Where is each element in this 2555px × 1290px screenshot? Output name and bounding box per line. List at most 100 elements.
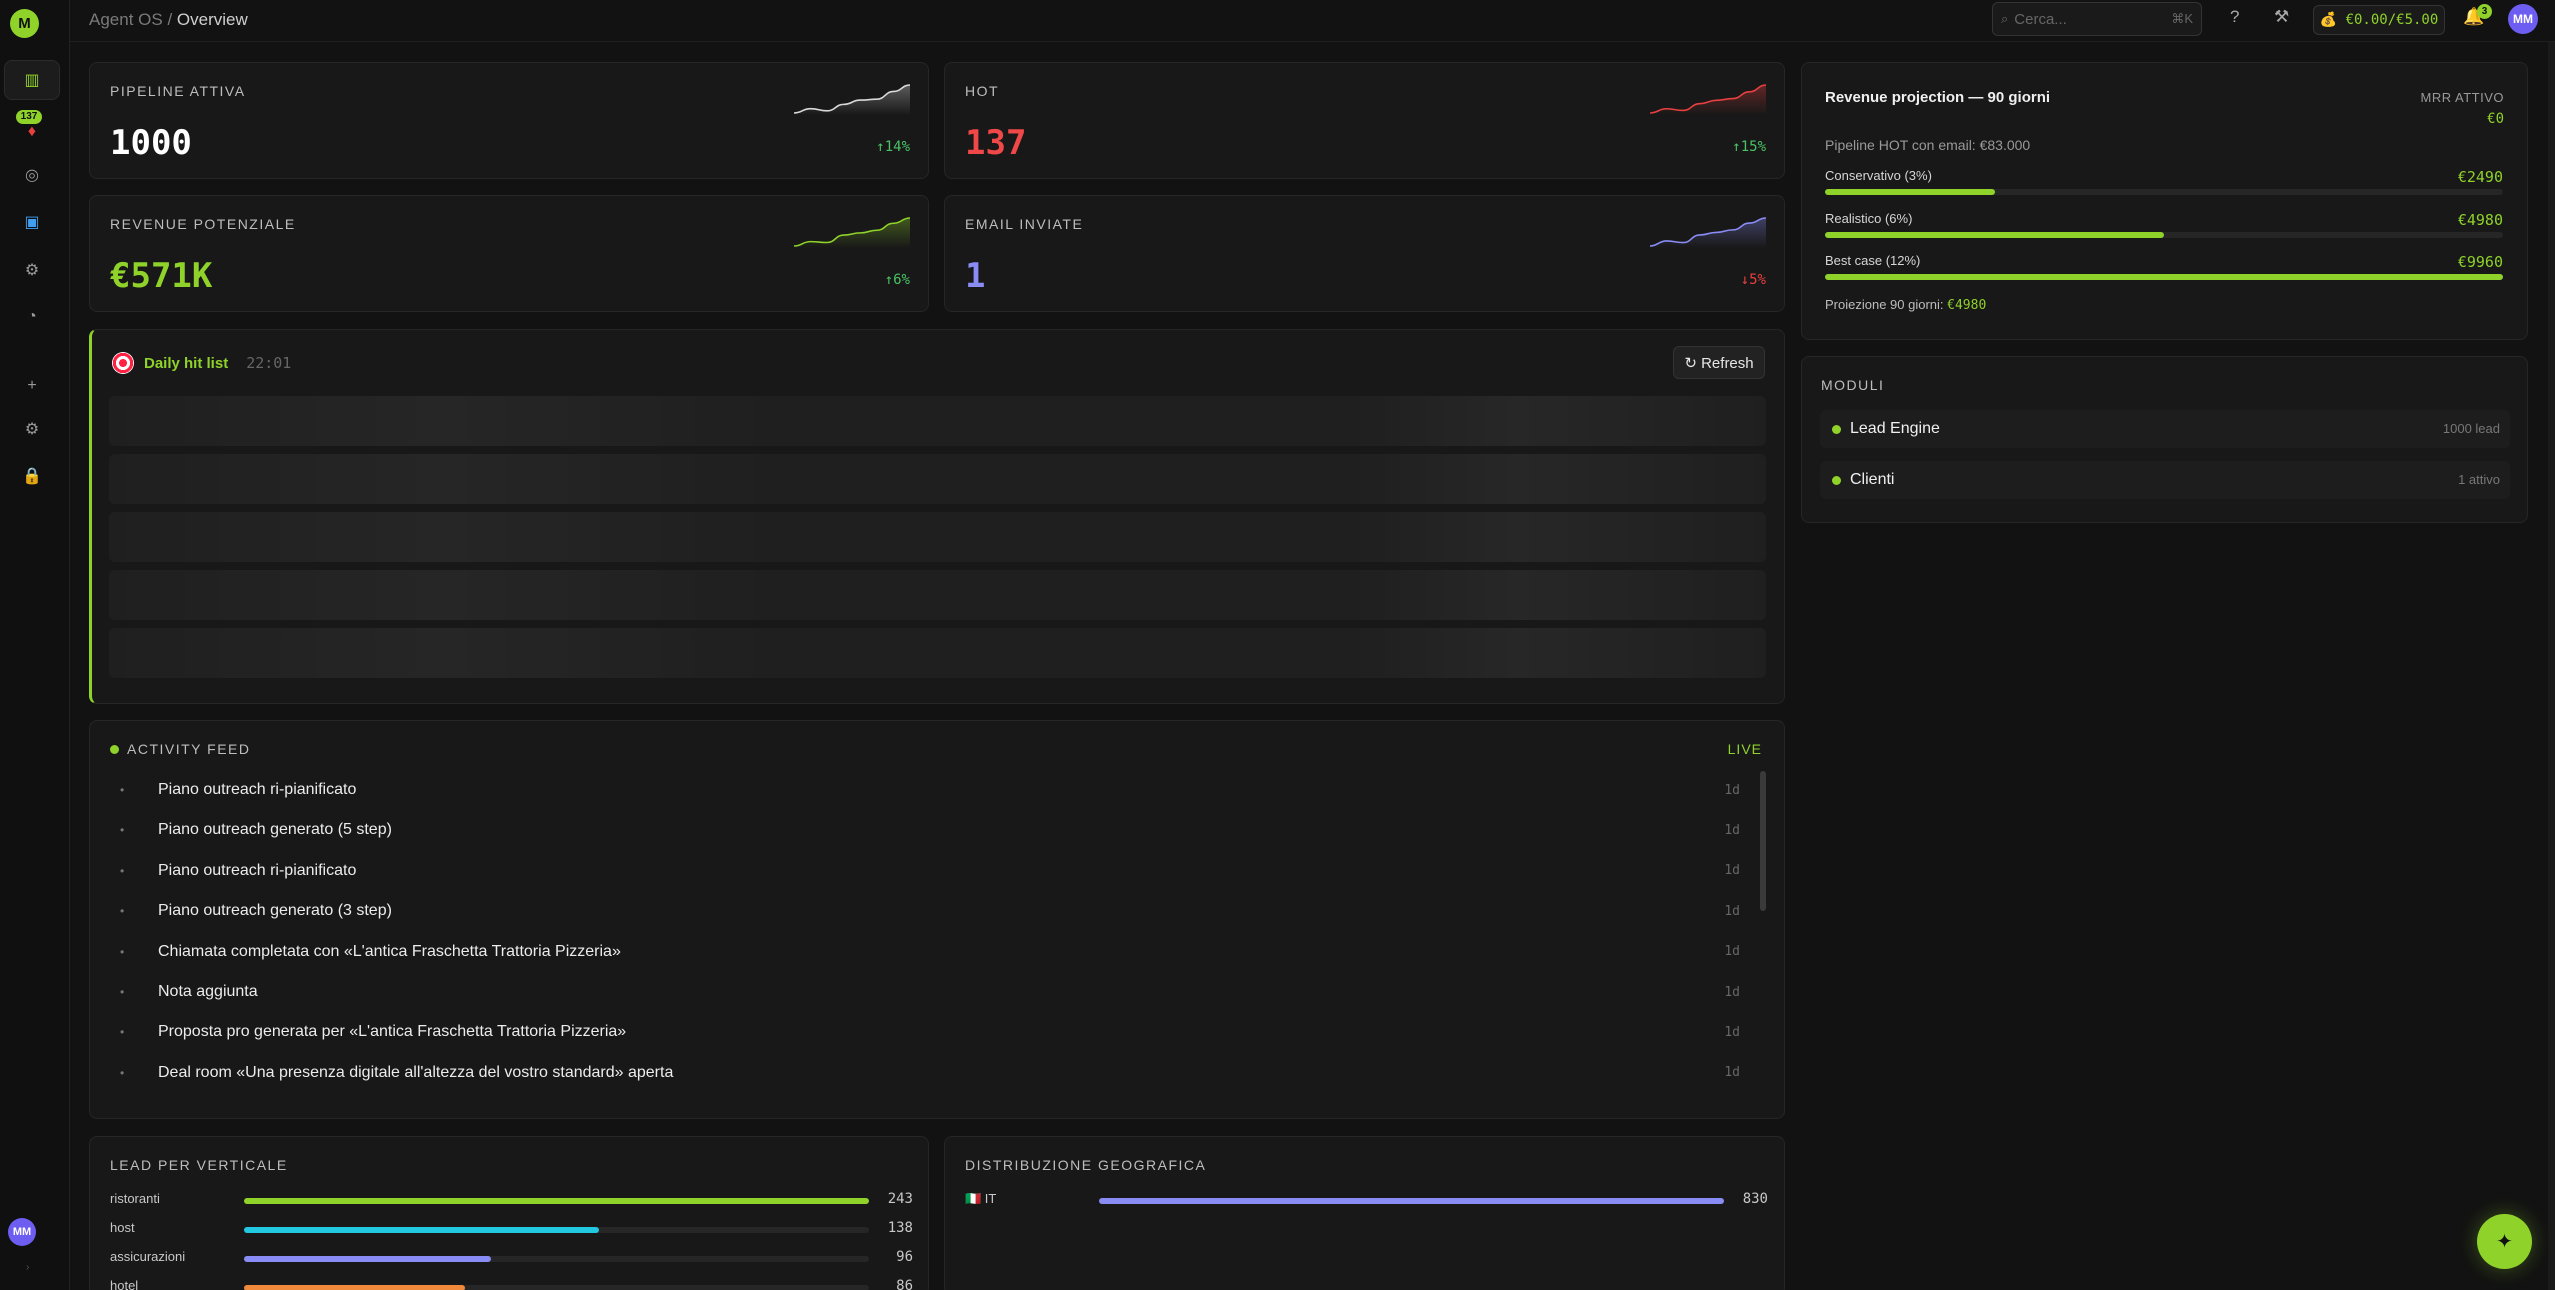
scenario-label: Conservativo (3%): [1825, 168, 1932, 183]
module-lead-engine[interactable]: Lead Engine 1000 lead: [1820, 410, 2510, 448]
bar-track: [244, 1227, 869, 1233]
page-scrollbar[interactable]: [2548, 42, 2555, 1290]
activity-item[interactable]: • Piano outreach generato (5 step) 1d: [120, 810, 1740, 850]
scenario-label: Best case (12%): [1825, 253, 1921, 268]
layout-icon: ▥: [24, 72, 40, 89]
lock-icon: 🔒: [22, 468, 42, 485]
sidebar: M ▥ ♦ 137 ◎ ▣ ⚙ ◔ + ⚙ 🔒 MM ›: [0, 0, 70, 1290]
budget-indicator[interactable]: 💰 €0.00/€5.00: [2313, 5, 2445, 35]
user-avatar[interactable]: MM: [2508, 4, 2538, 34]
bar-track: [244, 1285, 869, 1290]
bar-track: [1099, 1198, 1724, 1204]
app-logo[interactable]: M: [10, 9, 39, 38]
bar-fill: [244, 1256, 491, 1262]
kpi-card-hot[interactable]: HOT 137 ↑15%: [944, 62, 1785, 179]
flame-icon: ♦: [27, 123, 37, 140]
verticals-bar-row[interactable]: ristoranti 243: [110, 1189, 913, 1211]
bullet-icon: •: [120, 1065, 125, 1080]
refresh-button[interactable]: ↻ Refresh: [1673, 346, 1765, 379]
activity-item[interactable]: • Proposta pro generata per «L'antica Fra…: [120, 1012, 1740, 1052]
verticals-bar-row[interactable]: assicurazioni 96: [110, 1247, 913, 1269]
bullet-icon: •: [120, 904, 125, 919]
hit-list-title: Daily hit list: [144, 354, 229, 372]
search-shortcut: ⌘K: [2171, 11, 2193, 26]
geo-bar-row[interactable]: 🇮🇹 IT 830: [965, 1189, 1768, 1211]
kpi-label: Revenue potenziale: [110, 216, 296, 232]
kpi-value: 1: [965, 256, 986, 296]
activity-item[interactable]: • Piano outreach generato (3 step) 1d: [120, 891, 1740, 931]
kpi-label: HOT: [965, 83, 1000, 99]
activity-item[interactable]: • Piano outreach ri-pianificato 1d: [120, 851, 1740, 891]
scenario-value: €2490: [2457, 168, 2503, 186]
scenario-track: [1825, 274, 2503, 280]
breadcrumb-root[interactable]: Agent OS: [89, 10, 163, 29]
bar-value: 830: [1742, 1191, 1768, 1207]
sidebar-item-overview[interactable]: ▥: [4, 60, 60, 100]
kpi-label: Pipeline attiva: [110, 83, 246, 99]
help-icon[interactable]: ?: [2230, 7, 2239, 27]
kpi-delta: ↑15%: [1732, 139, 1766, 155]
sidebar-item-analytics[interactable]: ◔: [4, 297, 60, 337]
sidebar-item-add[interactable]: +: [4, 366, 60, 406]
skeleton-row: [109, 454, 1766, 504]
activity-text: Piano outreach generato (3 step): [158, 902, 392, 920]
bullet-icon: •: [120, 985, 125, 999]
activity-item[interactable]: • Piano outreach ri-pianificato 1d: [120, 770, 1740, 810]
kpi-card-emails[interactable]: Email inviate 1 ↓5%: [944, 195, 1785, 312]
kpi-card-pipeline[interactable]: Pipeline attiva 1000 ↑14%: [89, 62, 929, 179]
search-icon: ⌕: [2001, 11, 2009, 26]
activity-item[interactable]: • Chiamata completata con «L'antica Frasc…: [120, 932, 1740, 972]
activity-time: 1d: [1724, 944, 1740, 960]
sparkline-area: [794, 85, 910, 115]
activity-item[interactable]: • Deal room «Una presenza digitale all'al…: [120, 1053, 1740, 1093]
kpi-delta: ↑6%: [884, 272, 910, 288]
bar-fill: [1099, 1198, 1724, 1204]
kpi-value: 1000: [110, 123, 192, 163]
plus-icon: +: [27, 377, 37, 394]
sidebar-avatar[interactable]: MM: [8, 1218, 36, 1246]
kpi-card-revenue[interactable]: Revenue potenziale €571K ↑6%: [89, 195, 929, 312]
module-meta: 1 attivo: [2458, 472, 2500, 487]
kpi-label: Email inviate: [965, 216, 1084, 232]
pie-chart-icon: ◔: [27, 308, 37, 325]
verticals-bar-row[interactable]: host 138: [110, 1218, 913, 1240]
sidebar-item-calendar[interactable]: ▣: [4, 202, 60, 242]
topbar: Agent OS / Overview ⌕ Cerca... ⌘K ? ⚒ 💰 …: [70, 0, 2555, 42]
search-input[interactable]: Cerca...: [2014, 11, 2067, 28]
geo-title: DISTRIBUZIONE GEOGRAFICA: [965, 1157, 1207, 1173]
activity-scrollbar[interactable]: [1760, 771, 1766, 911]
bar-value: 243: [887, 1191, 913, 1207]
bar-value: 138: [887, 1220, 913, 1236]
activity-text: Proposta pro generata per «L'antica Fras…: [158, 1023, 627, 1041]
projection-summary: Proiezione 90 giorni: €4980: [1825, 297, 1986, 313]
sidebar-item-pipeline[interactable]: ◎: [4, 155, 60, 195]
module-name: Clienti: [1850, 471, 1895, 488]
bar-track: [244, 1198, 869, 1204]
gear-icon: ⚙: [24, 421, 40, 438]
breadcrumb-separator: /: [167, 10, 173, 29]
activity-text: Piano outreach generato (5 step): [158, 821, 392, 839]
kpi-value: 137: [965, 123, 1027, 163]
live-indicator: LIVE: [1727, 741, 1762, 757]
sidebar-item-settings[interactable]: ⚙: [4, 409, 60, 449]
sidebar-expand-icon[interactable]: ›: [26, 1262, 29, 1273]
bullet-icon: •: [120, 823, 125, 838]
kpi-delta: ↓5%: [1740, 272, 1766, 288]
bar-track: [244, 1256, 869, 1262]
module-clienti[interactable]: Clienti 1 attivo: [1820, 461, 2510, 499]
sidebar-item-security[interactable]: 🔒: [4, 456, 60, 496]
tools-icon[interactable]: ⚒: [2274, 7, 2289, 27]
activity-item[interactable]: • Nota aggiunta 1d: [120, 972, 1740, 1012]
sidebar-item-automations[interactable]: ⚙: [4, 250, 60, 290]
bar-value: 86: [896, 1278, 913, 1290]
bullet-icon: •: [120, 1025, 125, 1040]
kpi-delta: ↑14%: [876, 139, 910, 155]
verticals-bar-row[interactable]: hotel 86: [110, 1276, 913, 1290]
bar-label: 🇮🇹 IT: [965, 1191, 997, 1206]
search-box[interactable]: ⌕ Cerca... ⌘K: [1992, 2, 2202, 36]
bullet-icon: •: [120, 783, 125, 797]
notification-badge: 3: [2477, 4, 2492, 19]
assistant-fab-button[interactable]: ✦: [2477, 1214, 2532, 1269]
bar-label: assicurazioni: [110, 1249, 186, 1264]
mrr-label: MRR ATTIVO: [2420, 90, 2504, 105]
